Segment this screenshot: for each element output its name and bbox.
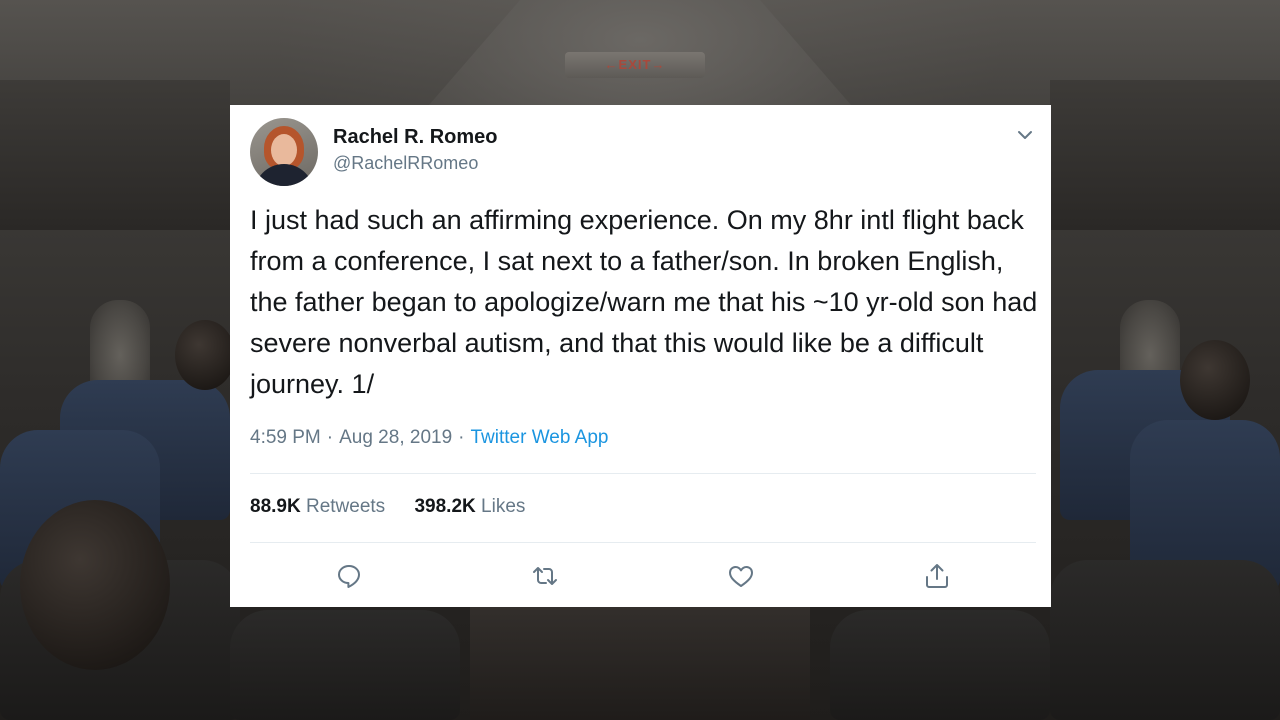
- divider: [250, 473, 1036, 474]
- passenger-head: [1180, 340, 1250, 420]
- share-icon: [923, 562, 951, 595]
- retweets-count: 88.9K: [250, 496, 301, 517]
- likes-label: Likes: [481, 496, 526, 517]
- tweet-time[interactable]: 4:59 PM: [250, 427, 321, 448]
- seat-center-left: [230, 610, 460, 720]
- like-button[interactable]: [723, 560, 759, 596]
- tweet-actions: [230, 560, 1051, 596]
- meta-separator: ·: [458, 427, 465, 448]
- tweet-meta: 4:59 PM · Aug 28, 2019 · Twitter Web App: [250, 427, 608, 449]
- author-display-name[interactable]: Rachel R. Romeo: [333, 126, 497, 149]
- tweet-source-link[interactable]: Twitter Web App: [470, 427, 608, 448]
- passenger-head: [175, 320, 235, 390]
- author-handle[interactable]: @RachelRRomeo: [333, 153, 478, 174]
- seat-center-right: [830, 610, 1050, 720]
- likes-count: 398.2K: [414, 496, 476, 517]
- exit-sign: ←EXIT→: [565, 52, 705, 78]
- retweets-stat[interactable]: 88.9K Retweets: [250, 496, 385, 518]
- tweet-text: I just had such an affirming experience.…: [250, 205, 1038, 399]
- overhead-bin-left: [0, 80, 230, 230]
- cabin-aisle: [470, 606, 810, 720]
- reply-icon: [335, 562, 363, 595]
- chevron-down-icon[interactable]: [1015, 125, 1035, 145]
- reply-button[interactable]: [331, 560, 367, 596]
- tweet-date[interactable]: Aug 28, 2019: [339, 427, 452, 448]
- avatar[interactable]: [250, 118, 318, 186]
- tweet-stats: 88.9K Retweets 398.2K Likes: [250, 496, 525, 518]
- retweet-icon: [531, 562, 559, 595]
- retweets-label: Retweets: [305, 496, 386, 517]
- seat-right-front: [1050, 560, 1280, 720]
- divider: [250, 542, 1036, 543]
- share-button[interactable]: [919, 560, 955, 596]
- passenger-head: [20, 500, 170, 670]
- like-icon: [727, 562, 755, 595]
- overhead-bin-right: [1050, 80, 1280, 230]
- retweet-button[interactable]: [527, 560, 563, 596]
- meta-separator: ·: [326, 427, 334, 448]
- tweet-card: Rachel R. Romeo @RachelRRomeo I just had…: [230, 105, 1051, 607]
- likes-stat[interactable]: 398.2K Likes: [414, 496, 525, 518]
